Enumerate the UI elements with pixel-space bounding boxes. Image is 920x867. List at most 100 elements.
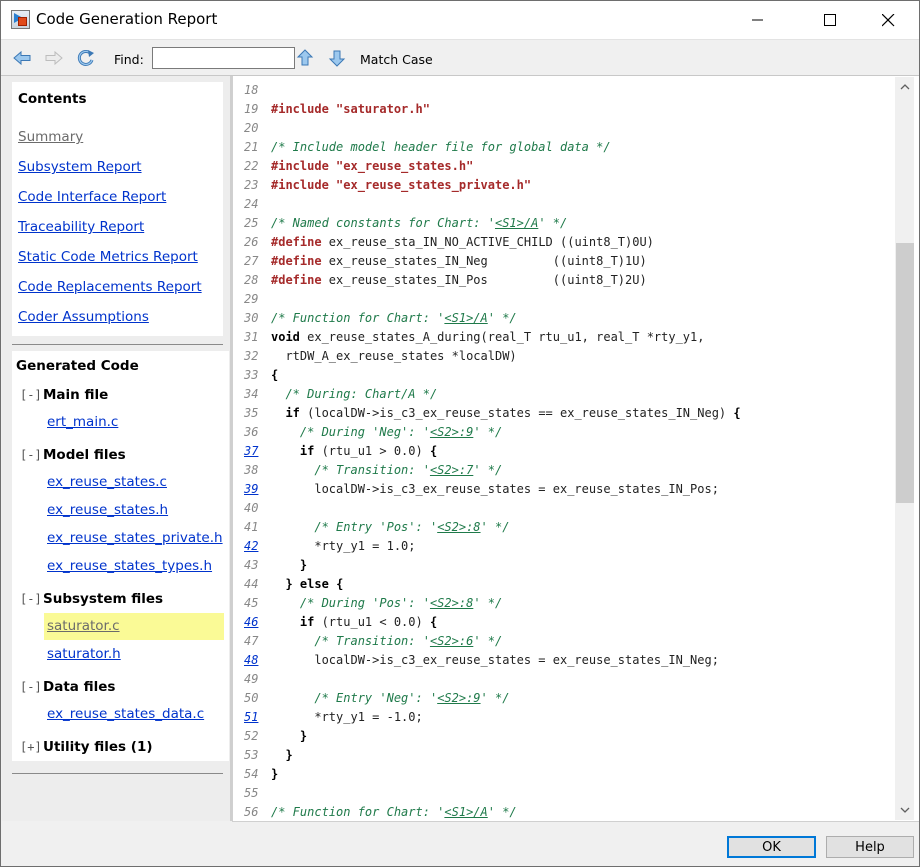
model-link[interactable]: <S2>:9 <box>437 691 480 705</box>
model-link[interactable]: <S2>:7 <box>430 463 473 477</box>
file-link-ex-reuse-states-c[interactable]: ex_reuse_states.c <box>47 474 167 490</box>
close-button[interactable] <box>865 1 911 39</box>
minimize-button[interactable] <box>735 1 781 39</box>
scrollbar-thumb[interactable] <box>896 243 914 503</box>
model-link[interactable]: <S1>/A <box>495 216 538 230</box>
scroll-down-button[interactable] <box>895 800 914 820</box>
collapse-toggle[interactable]: [-] <box>20 680 42 694</box>
contents-link-coder-assumptions[interactable]: Coder Assumptions <box>18 309 149 325</box>
scroll-up-button[interactable] <box>895 77 914 97</box>
code-line: 31 void ex_reuse_states_A_during(real_T r… <box>233 328 893 347</box>
code-line: 38 /* Transition: '<S2>:7' */ <box>233 461 893 480</box>
code-text: /* Entry 'Pos': '<S2>:8' */ <box>314 520 510 534</box>
maximize-button[interactable] <box>807 1 853 39</box>
file-link-ex-reuse-states-h[interactable]: ex_reuse_states.h <box>47 502 168 518</box>
group-main-file: Main file <box>43 387 109 403</box>
chevron-down-icon <box>900 807 909 813</box>
line-number: 35 <box>244 406 259 420</box>
model-link[interactable]: <S1>/A <box>444 311 487 325</box>
line-number: 24 <box>244 197 259 211</box>
line-number: 26 <box>244 235 259 249</box>
collapse-toggle[interactable]: [-] <box>20 388 42 402</box>
code-text: /* Entry 'Neg': '<S2>:9' */ <box>314 691 510 705</box>
code-text: #include "saturator.h" <box>271 102 430 116</box>
file-link-ex-reuse-states-types-h[interactable]: ex_reuse_states_types.h <box>47 558 212 574</box>
file-link-saturator-h[interactable]: saturator.h <box>47 646 121 662</box>
line-number: 56 <box>244 805 259 819</box>
code-line: 32 rtDW_A_ex_reuse_states *localDW) <box>233 347 893 366</box>
file-link-saturator-c[interactable]: saturator.c <box>47 618 120 634</box>
expand-toggle[interactable]: [+] <box>20 740 42 754</box>
find-next-button[interactable] <box>327 48 347 68</box>
code-text: #include "ex_reuse_states_private.h" <box>271 178 532 192</box>
line-number: 20 <box>244 121 259 135</box>
code-line: 41 /* Entry 'Pos': '<S2>:8' */ <box>233 518 893 537</box>
back-button[interactable] <box>12 48 32 68</box>
arrow-down-icon <box>328 50 346 67</box>
contents-link-static-code-metrics-report[interactable]: Static Code Metrics Report <box>18 249 198 265</box>
code-text: { <box>271 368 279 382</box>
model-link[interactable]: <S1>/A <box>444 805 487 819</box>
contents-link-traceability-report[interactable]: Traceability Report <box>18 219 144 235</box>
contents-link-code-replacements-report[interactable]: Code Replacements Report <box>18 279 202 295</box>
model-link[interactable]: <S2>:8 <box>430 596 473 610</box>
code-line: 55 <box>233 784 893 803</box>
file-link-ex-reuse-states-data-c[interactable]: ex_reuse_states_data.c <box>47 706 204 722</box>
traceability-line-link[interactable]: 48 <box>244 651 270 670</box>
refresh-button[interactable] <box>76 48 96 68</box>
code-line: 20 <box>233 119 893 138</box>
vertical-scrollbar[interactable] <box>895 77 914 820</box>
line-number: 55 <box>244 786 259 800</box>
line-number: 29 <box>244 292 259 306</box>
line-number: 30 <box>244 311 259 325</box>
code-text: } <box>299 729 308 743</box>
file-link-ex-reuse-states-private-h[interactable]: ex_reuse_states_private.h <box>47 530 223 546</box>
traceability-line-link[interactable]: 51 <box>244 708 270 727</box>
title-bar: Code Generation Report <box>1 1 919 39</box>
line-number: 41 <box>244 520 259 534</box>
traceability-line-link[interactable]: 37 <box>244 442 270 461</box>
line-number: 53 <box>244 748 259 762</box>
line-number: 52 <box>244 729 259 743</box>
ok-button[interactable]: OK <box>727 836 816 858</box>
line-number: 50 <box>244 691 259 705</box>
line-number: 34 <box>244 387 259 401</box>
collapse-toggle[interactable]: [-] <box>20 448 42 462</box>
code-line: 28 #define ex_reuse_states_IN_Pos ((uint8… <box>233 271 893 290</box>
code-line: 22 #include "ex_reuse_states.h" <box>233 157 893 176</box>
contents-link-code-interface-report[interactable]: Code Interface Report <box>18 189 166 205</box>
code-line: 18 <box>233 81 893 100</box>
line-number: 28 <box>244 273 259 287</box>
collapse-toggle[interactable]: [-] <box>20 592 42 606</box>
file-link-ert-main-c[interactable]: ert_main.c <box>47 414 118 430</box>
code-text: /* Transition: '<S2>:7' */ <box>314 463 503 477</box>
contents-section: Contents Summary Subsystem Report Code Int… <box>12 82 223 336</box>
line-number: 32 <box>244 349 259 363</box>
model-link[interactable]: <S2>:6 <box>430 634 473 648</box>
code-text: if (rtu_u1 < 0.0) { <box>299 615 438 629</box>
find-input[interactable] <box>152 47 295 69</box>
line-number: 38 <box>244 463 259 477</box>
code-listing: 18 19 #include "saturator.h" 20 21 /* Include… <box>233 81 893 821</box>
line-number: 47 <box>244 634 259 648</box>
code-text: localDW->is_c3_ex_reuse_states = ex_reus… <box>271 653 719 667</box>
code-text: #include "ex_reuse_states.h" <box>271 159 474 173</box>
code-text: } else { <box>285 577 344 591</box>
traceability-line-link[interactable]: 42 <box>244 537 270 556</box>
find-previous-button[interactable] <box>295 48 315 68</box>
traceability-line-link[interactable]: 39 <box>244 480 270 499</box>
model-link[interactable]: <S2>:9 <box>430 425 473 439</box>
code-line: 47 /* Transition: '<S2>:6' */ <box>233 632 893 651</box>
contents-link-subsystem-report[interactable]: Subsystem Report <box>18 159 142 175</box>
code-text: /* Function for Chart: '<S1>/A' */ <box>271 805 517 819</box>
model-link[interactable]: <S2>:8 <box>437 520 480 534</box>
forward-button[interactable] <box>44 48 64 68</box>
help-button[interactable]: Help <box>826 836 914 858</box>
line-number: 31 <box>244 330 259 344</box>
traceability-line-link[interactable]: 46 <box>244 613 270 632</box>
match-case-toggle[interactable]: Match Case <box>360 52 433 67</box>
code-line: 56 /* Function for Chart: '<S1>/A' */ <box>233 803 893 821</box>
contents-link-summary[interactable]: Summary <box>18 129 83 145</box>
minimize-icon <box>752 19 763 21</box>
code-text: localDW->is_c3_ex_reuse_states = ex_reus… <box>271 482 719 496</box>
